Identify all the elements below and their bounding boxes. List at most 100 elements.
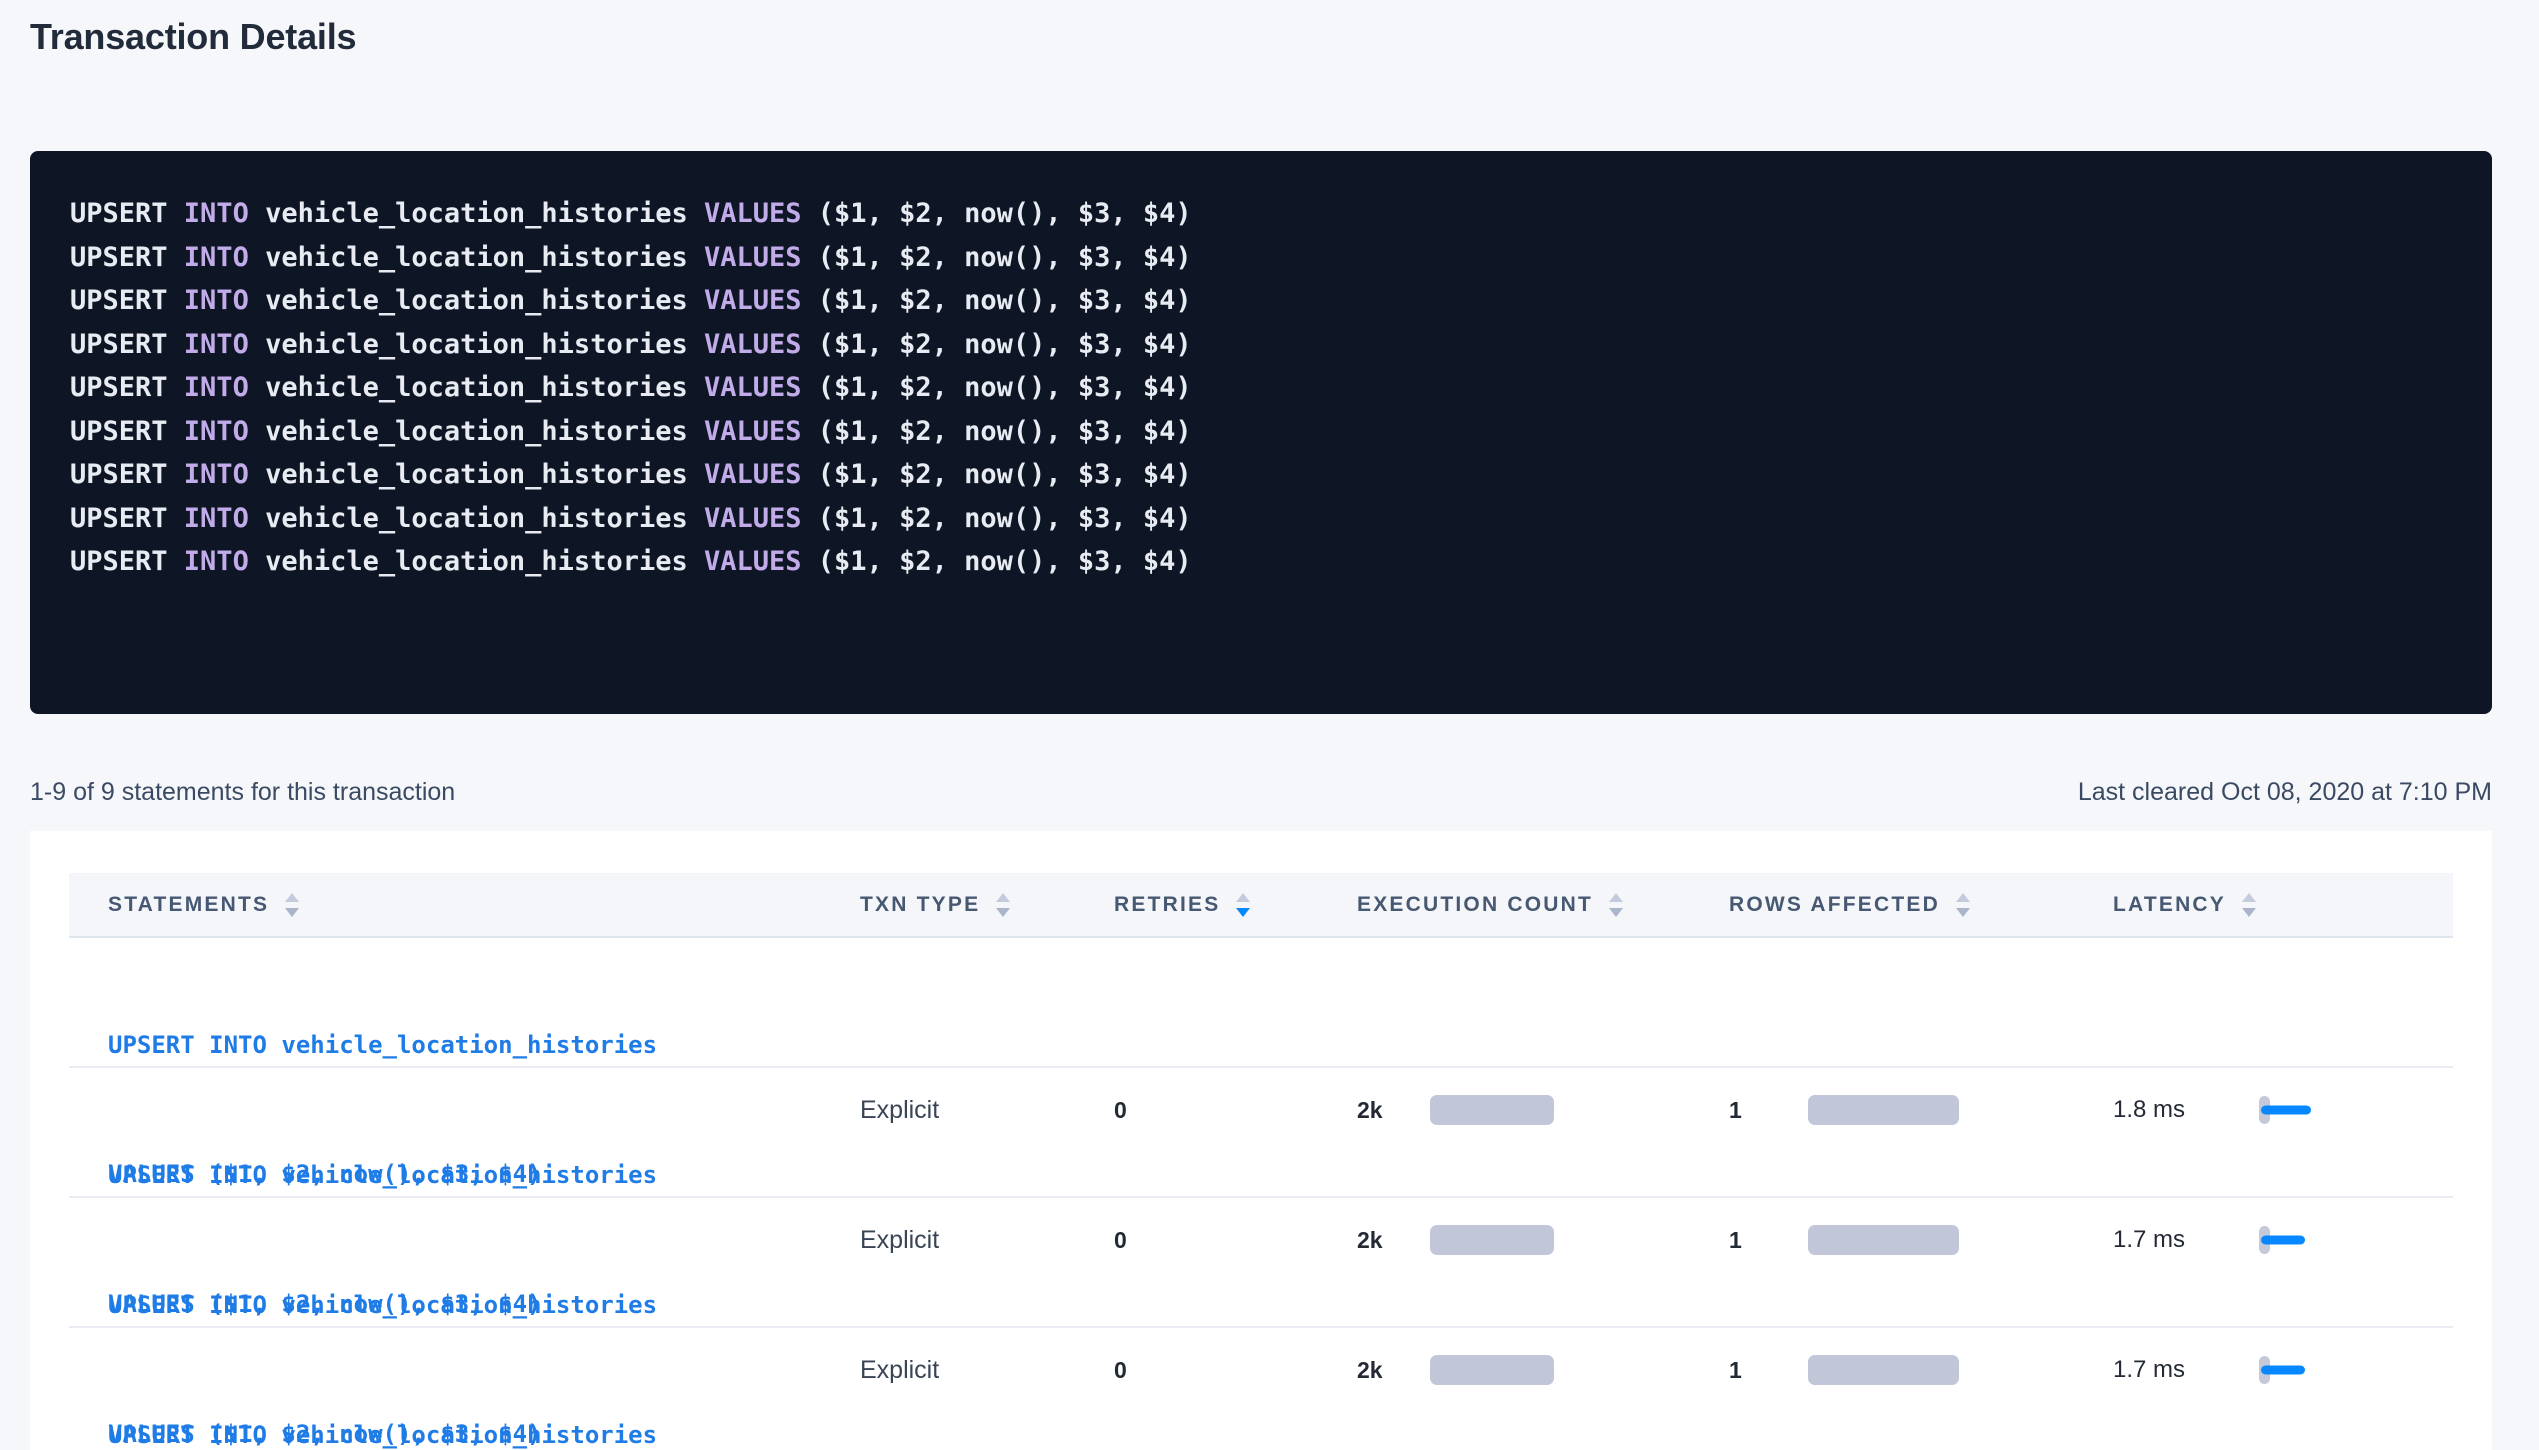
sort-arrows-icon[interactable] <box>1609 893 1623 917</box>
execution-count-cell: 2k <box>1357 1328 1729 1450</box>
statement-link[interactable]: UPSERT INTO vehicle_location_histories V… <box>108 1328 860 1450</box>
column-header[interactable]: ROWS AFFECTED <box>1729 893 2113 917</box>
sort-down-icon[interactable] <box>996 908 1010 917</box>
sql-token-args: ($1, $2, now(), $3, $4) <box>802 416 1192 447</box>
transaction-details-page: Transaction Details UPSERT INTO vehicle_… <box>30 0 2492 1450</box>
sql-token-upsert: UPSERT <box>70 242 184 273</box>
last-cleared-text: Last cleared Oct 08, 2020 at 7:10 PM <box>2078 778 2492 807</box>
latency-cell: 2.0 ms <box>2113 1328 2453 1450</box>
sql-keyword-into: INTO <box>184 546 249 577</box>
sql-token-upsert: UPSERT <box>70 329 184 360</box>
sql-keyword-into: INTO <box>184 329 249 360</box>
sql-statement-line: UPSERT INTO vehicle_location_histories V… <box>70 497 2452 541</box>
sort-arrows-icon[interactable] <box>996 893 1010 917</box>
sql-token-upsert: UPSERT <box>70 546 184 577</box>
sql-token-upsert: UPSERT <box>70 503 184 534</box>
sql-keyword-values: VALUES <box>704 546 802 577</box>
sql-keyword-values: VALUES <box>704 285 802 316</box>
sql-token-table: vehicle_location_histories <box>249 329 704 360</box>
column-header-label: LATENCY <box>2113 893 2226 917</box>
column-header[interactable]: EXECUTION COUNT <box>1357 893 1729 917</box>
sort-arrows-icon[interactable] <box>1956 893 1970 917</box>
sql-token-table: vehicle_location_histories <box>249 459 704 490</box>
sql-token-upsert: UPSERT <box>70 372 184 403</box>
statement-row: UPSERT INTO vehicle_location_histories V… <box>69 1068 2453 1198</box>
sort-up-icon[interactable] <box>1236 893 1250 902</box>
retries-cell: 0 <box>1114 1097 1357 1124</box>
statements-table: STATEMENTS TXN TYPE RETRIES EXECUTION CO… <box>69 831 2453 1450</box>
column-header-label: TXN TYPE <box>860 893 980 917</box>
transaction-sql-box: UPSERT INTO vehicle_location_histories V… <box>30 151 2492 714</box>
sql-keyword-values: VALUES <box>704 198 802 229</box>
sort-arrows-icon[interactable] <box>285 893 299 917</box>
sql-keyword-into: INTO <box>184 459 249 490</box>
sql-keyword-values: VALUES <box>704 329 802 360</box>
sql-keyword-into: INTO <box>184 285 249 316</box>
sql-keyword-values: VALUES <box>704 459 802 490</box>
statements-summary-row: 1-9 of 9 statements for this transaction… <box>30 778 2492 807</box>
txn-type-cell: Explicit <box>860 1356 1114 1385</box>
column-header[interactable]: LATENCY <box>2113 893 2453 917</box>
sql-statement-line: UPSERT INTO vehicle_location_histories V… <box>70 540 2452 584</box>
statement-link-line1: UPSERT INTO vehicle_location_histories <box>108 1024 860 1067</box>
sort-down-icon[interactable] <box>1956 908 1970 917</box>
statement-link-line1: UPSERT INTO vehicle_location_histories <box>108 1284 860 1327</box>
column-header[interactable]: STATEMENTS <box>108 893 860 917</box>
sql-keyword-values: VALUES <box>704 372 802 403</box>
sort-down-icon[interactable] <box>2242 908 2256 917</box>
sql-statement-line: UPSERT INTO vehicle_location_histories V… <box>70 410 2452 454</box>
sql-token-table: vehicle_location_histories <box>249 198 704 229</box>
sql-token-args: ($1, $2, now(), $3, $4) <box>802 546 1192 577</box>
sql-token-args: ($1, $2, now(), $3, $4) <box>802 503 1192 534</box>
sql-token-table: vehicle_location_histories <box>249 242 704 273</box>
sql-statement-line: UPSERT INTO vehicle_location_histories V… <box>70 279 2452 323</box>
sql-token-upsert: UPSERT <box>70 198 184 229</box>
sort-up-icon[interactable] <box>2242 893 2256 902</box>
sql-token-upsert: UPSERT <box>70 459 184 490</box>
sql-keyword-into: INTO <box>184 503 249 534</box>
column-header-label: STATEMENTS <box>108 893 269 917</box>
statements-table-header: STATEMENTS TXN TYPE RETRIES EXECUTION CO… <box>69 873 2453 938</box>
statement-link-line1: UPSERT INTO vehicle_location_histories <box>108 1414 860 1450</box>
sql-keyword-values: VALUES <box>704 242 802 273</box>
sort-arrows-icon[interactable] <box>2242 893 2256 917</box>
sql-keyword-values: VALUES <box>704 503 802 534</box>
sort-down-icon[interactable] <box>1236 908 1250 917</box>
column-header-label: ROWS AFFECTED <box>1729 893 1940 917</box>
statement-link-line1: UPSERT INTO vehicle_location_histories <box>108 1154 860 1197</box>
sort-up-icon[interactable] <box>1609 893 1623 902</box>
sort-up-icon[interactable] <box>285 893 299 902</box>
sql-token-table: vehicle_location_histories <box>249 285 704 316</box>
sql-statement-line: UPSERT INTO vehicle_location_histories V… <box>70 453 2452 497</box>
sql-token-table: vehicle_location_histories <box>249 372 704 403</box>
sql-token-upsert: UPSERT <box>70 285 184 316</box>
sort-down-icon[interactable] <box>285 908 299 917</box>
sql-keyword-into: INTO <box>184 242 249 273</box>
sort-arrows-icon[interactable] <box>1236 893 1250 917</box>
sql-statement-line: UPSERT INTO vehicle_location_histories V… <box>70 366 2452 410</box>
page-title: Transaction Details <box>30 0 2492 58</box>
sql-token-table: vehicle_location_histories <box>249 416 704 447</box>
sql-token-args: ($1, $2, now(), $3, $4) <box>802 198 1192 229</box>
sql-token-table: vehicle_location_histories <box>249 546 704 577</box>
sql-keyword-into: INTO <box>184 198 249 229</box>
sql-token-upsert: UPSERT <box>70 416 184 447</box>
column-header-label: EXECUTION COUNT <box>1357 893 1593 917</box>
txn-type-cell: Explicit <box>860 1096 1114 1125</box>
sql-keyword-into: INTO <box>184 416 249 447</box>
sort-up-icon[interactable] <box>1956 893 1970 902</box>
column-header-label: RETRIES <box>1114 893 1220 917</box>
txn-type-cell: Explicit <box>860 1226 1114 1255</box>
statement-row: UPSERT INTO vehicle_location_histories V… <box>69 938 2453 1068</box>
sql-statement-line: UPSERT INTO vehicle_location_histories V… <box>70 236 2452 280</box>
column-header[interactable]: RETRIES <box>1114 893 1357 917</box>
statement-row: UPSERT INTO vehicle_location_histories V… <box>69 1328 2453 1450</box>
sort-down-icon[interactable] <box>1609 908 1623 917</box>
sort-up-icon[interactable] <box>996 893 1010 902</box>
sql-statement-line: UPSERT INTO vehicle_location_histories V… <box>70 323 2452 367</box>
sql-statement-line: UPSERT INTO vehicle_location_histories V… <box>70 192 2452 236</box>
rows-affected-cell: 1 <box>1729 1328 2113 1450</box>
column-header[interactable]: TXN TYPE <box>860 893 1114 917</box>
sql-keyword-into: INTO <box>184 372 249 403</box>
statements-range-text: 1-9 of 9 statements for this transaction <box>30 778 455 807</box>
